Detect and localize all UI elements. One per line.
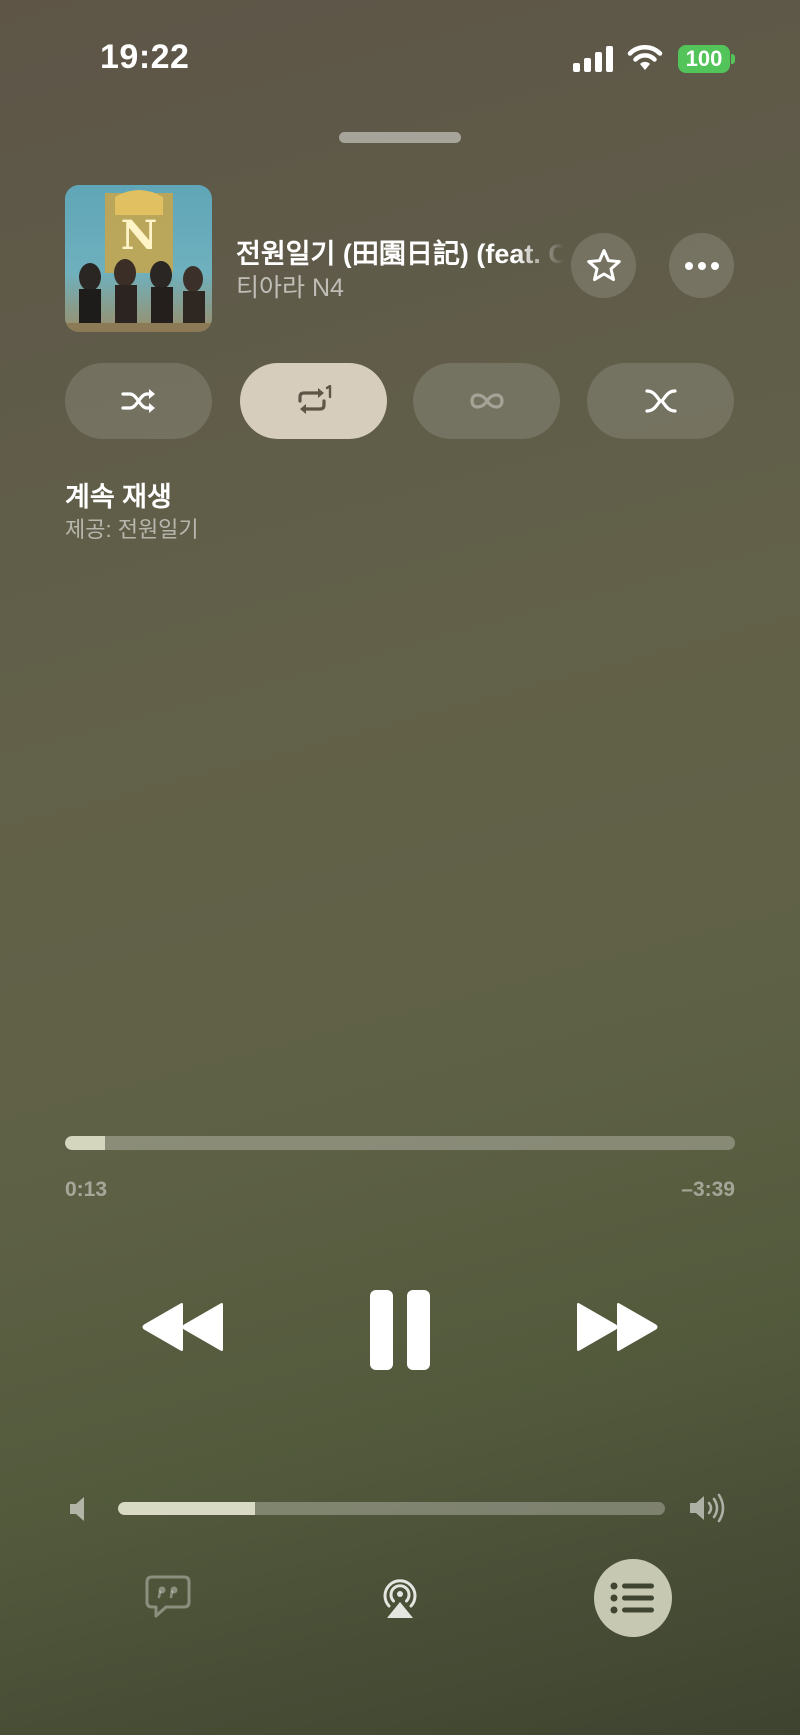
shuffle-button[interactable]	[65, 363, 212, 439]
volume-high-icon	[690, 1493, 725, 1523]
more-options-button[interactable]	[669, 233, 734, 298]
queue-button[interactable]	[594, 1559, 672, 1637]
star-icon	[586, 248, 621, 281]
shuffle-icon	[120, 389, 155, 413]
repeat-one-icon	[297, 385, 331, 414]
svg-text:N: N	[121, 212, 158, 259]
up-next-subtitle: 제공: 전원일기	[65, 517, 199, 542]
playback-scrubber[interactable]	[65, 1136, 735, 1150]
favorite-button[interactable]	[571, 233, 636, 298]
volume-low-icon	[70, 1497, 84, 1521]
album-art[interactable]: N	[65, 185, 212, 332]
queue-icon	[610, 1582, 654, 1614]
crossfade-icon	[644, 389, 677, 413]
airplay-icon	[383, 1579, 417, 1618]
fast-forward-icon	[577, 1303, 658, 1351]
lyrics-button[interactable]	[136, 1565, 200, 1629]
wifi-icon	[627, 45, 663, 70]
status-time: 19:22	[100, 38, 190, 76]
pause-button[interactable]	[360, 1288, 440, 1372]
track-title: 전원일기 (田園日記) (feat. Coogie)	[236, 239, 564, 268]
remaining-time: –3:39	[681, 1178, 735, 1201]
previous-track-button[interactable]	[138, 1292, 228, 1362]
lyrics-icon	[145, 1575, 191, 1618]
infinity-icon	[469, 393, 504, 409]
airplay-button[interactable]	[368, 1565, 432, 1629]
up-next-heading: 계속 재생	[65, 482, 172, 512]
autoplay-button[interactable]	[413, 363, 560, 439]
playback-progress-fill	[65, 1136, 106, 1150]
battery-nub	[731, 54, 735, 64]
track-title-container[interactable]: 전원일기 (田園日記) (feat. Coogie)	[236, 232, 564, 268]
volume-slider[interactable]	[118, 1502, 665, 1515]
album-art-image: N	[65, 185, 212, 332]
rewind-icon	[142, 1303, 223, 1351]
pause-icon	[370, 1290, 430, 1370]
volume-fill	[118, 1502, 255, 1515]
next-track-button[interactable]	[572, 1292, 662, 1362]
battery-indicator: 100	[678, 45, 730, 73]
sheet-grabber[interactable]	[339, 132, 461, 143]
track-artist[interactable]: 티아라 N4	[236, 268, 344, 304]
elapsed-time: 0:13	[65, 1178, 108, 1201]
cellular-signal-icon	[573, 44, 613, 72]
more-icon	[684, 261, 719, 270]
crossfade-button[interactable]	[587, 363, 734, 439]
repeat-one-button[interactable]	[240, 363, 387, 439]
